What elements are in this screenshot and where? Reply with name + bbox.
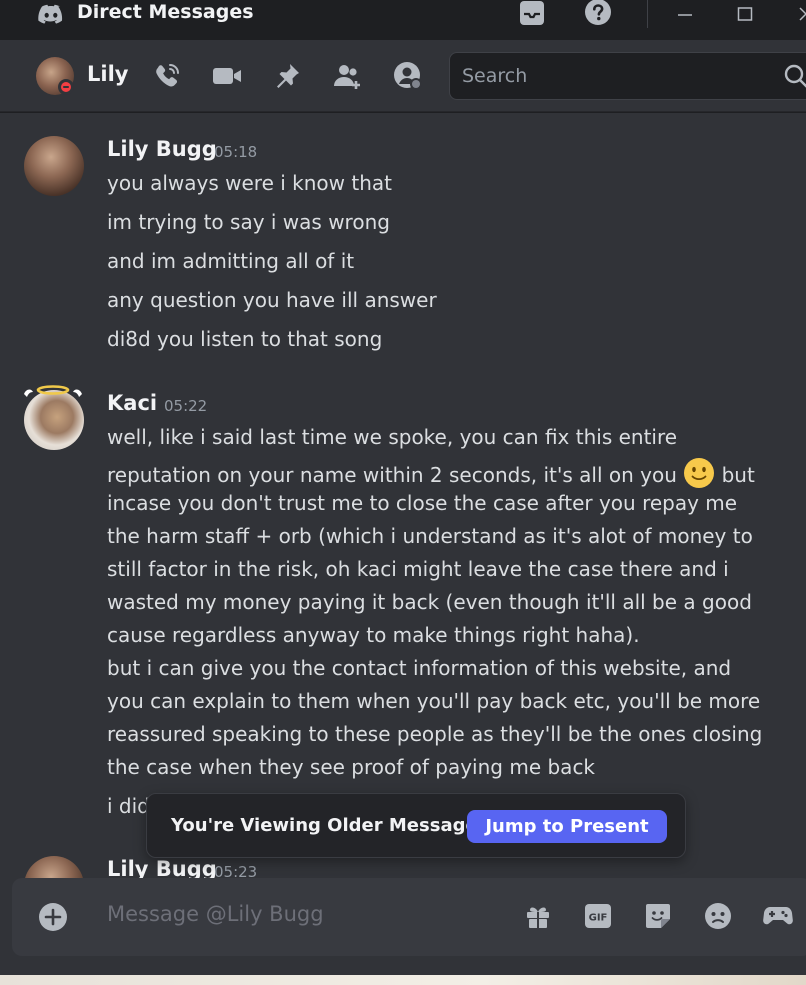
discord-logo (38, 4, 63, 24)
message-author[interactable]: Lily Bugg (107, 137, 217, 161)
message-author[interactable]: Lily Bugg (107, 857, 217, 878)
message-author[interactable]: Kaci (107, 391, 157, 415)
message-text: and im admitting all of it (107, 249, 355, 273)
slight-smile-emoji-icon (684, 458, 715, 488)
avatar[interactable] (24, 856, 84, 878)
titlebar-divider (647, 0, 648, 28)
video-icon[interactable] (211, 60, 243, 92)
message-text: di8d you listen to that song (107, 327, 383, 351)
search-placeholder: Search (462, 65, 528, 87)
dm-recipient-name[interactable]: Lily (87, 62, 128, 86)
call-icon[interactable] (151, 60, 183, 92)
activities-icon[interactable] (762, 900, 794, 932)
older-messages-label: You're Viewing Older Messages (171, 815, 489, 836)
message-composer: Message @Lily Bugg GIF (12, 878, 806, 956)
message-text: the harm staff + orb (which i understand… (107, 524, 753, 548)
gif-icon[interactable]: GIF (582, 900, 614, 932)
avatar[interactable] (24, 136, 84, 196)
message-text: you can explain to them when you'll pay … (107, 689, 761, 713)
halo-decoration-icon (24, 385, 82, 397)
gift-icon[interactable] (522, 900, 554, 932)
message-timestamp: 05:23 (214, 863, 258, 878)
message-text: cause regardless anyway to make things r… (107, 623, 640, 647)
sticker-icon[interactable] (642, 900, 674, 932)
dnd-status-icon (58, 79, 74, 95)
search-icon (784, 64, 806, 88)
minimize-button[interactable] (665, 0, 705, 26)
emoji-icon[interactable] (702, 900, 734, 932)
message-text: reputation on your name within 2 seconds… (107, 457, 755, 489)
message-text: incase you don't trust me to close the c… (107, 491, 738, 515)
message-text: you always were i know that (107, 171, 392, 195)
message-text: im trying to say i was wrong (107, 210, 390, 234)
message-text: reassured speaking to these people as th… (107, 722, 763, 746)
message-text: i did (107, 794, 150, 818)
pin-icon[interactable] (271, 60, 303, 92)
message-timestamp: 05:22 (164, 397, 208, 415)
message-text: any question you have ill answer (107, 288, 437, 312)
search-input[interactable]: Search (449, 52, 806, 100)
message-input[interactable]: Message @Lily Bugg (107, 902, 324, 926)
close-button[interactable] (786, 0, 806, 26)
message-text: well, like i said last time we spoke, yo… (107, 425, 678, 449)
user-profile-icon[interactable] (392, 60, 424, 92)
svg-text:GIF: GIF (589, 913, 608, 924)
message-list[interactable]: Lily Bugg 05:18 you always were i know t… (0, 113, 806, 878)
inbox-icon[interactable] (518, 0, 546, 26)
message-text: but i can give you the contact informati… (107, 656, 732, 680)
message-text: wasted my money paying it back (even tho… (107, 590, 752, 614)
title-bar: Direct Messages (0, 0, 806, 40)
help-icon[interactable] (584, 0, 612, 26)
message-timestamp: 05:18 (214, 143, 258, 161)
add-attachment-icon[interactable] (38, 902, 68, 932)
composer-area: Message @Lily Bugg GIF (0, 878, 806, 975)
desktop-strip (0, 975, 806, 985)
message-text: still factor in the risk, oh kaci might … (107, 557, 729, 581)
maximize-button[interactable] (725, 0, 765, 26)
dm-header: Lily Search (0, 40, 806, 112)
message-text-segment: reputation on your name within 2 seconds… (107, 463, 677, 487)
add-user-icon[interactable] (332, 60, 364, 92)
message-text-segment: but (721, 463, 755, 487)
jump-to-present-button[interactable]: Jump to Present (467, 810, 667, 843)
older-messages-bar: You're Viewing Older Messages Jump to Pr… (146, 793, 686, 858)
app-title: Direct Messages (77, 1, 254, 23)
message-text: the case when they see proof of paying m… (107, 755, 596, 779)
